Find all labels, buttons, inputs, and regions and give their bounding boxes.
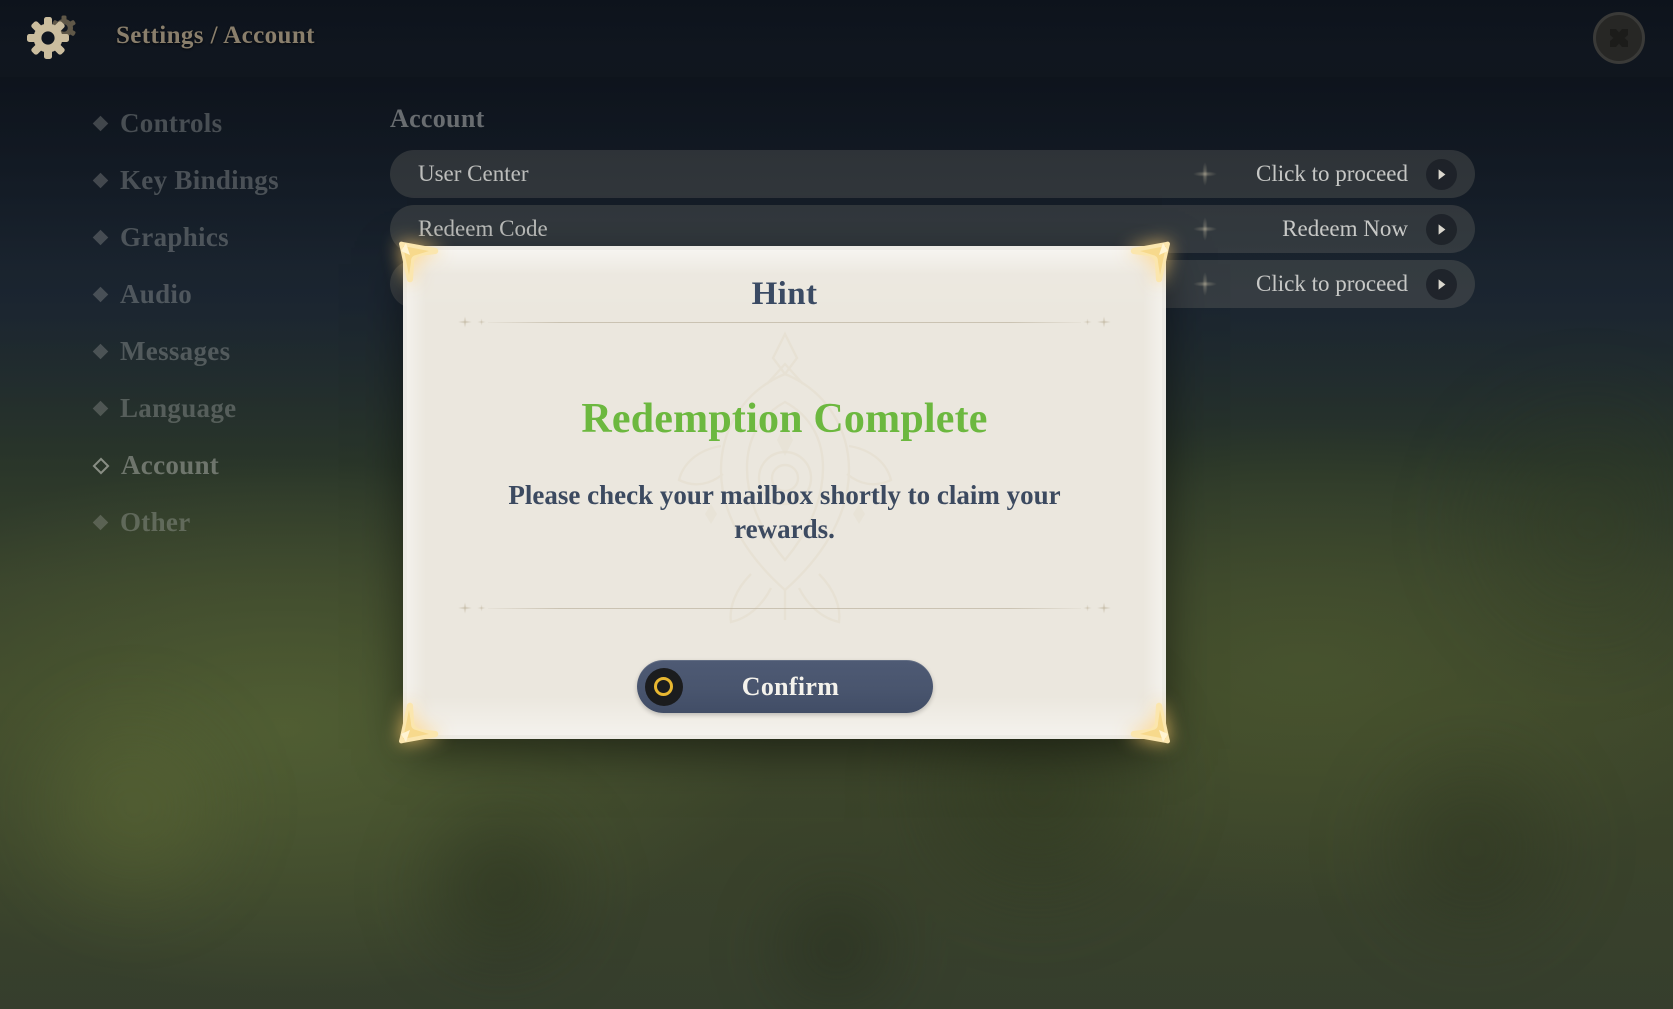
option-action: Click to proceed	[1255, 271, 1408, 296]
sparkle-icon	[475, 316, 488, 328]
sparkle-icon	[1081, 602, 1094, 614]
option-row-user-center[interactable]: User Center Click to proceed	[390, 150, 1475, 198]
top-bar: Settings / Account	[0, 0, 1673, 77]
sparkle-icon	[455, 314, 475, 330]
close-icon	[1606, 25, 1632, 51]
sidebar-item-label: Account	[121, 450, 220, 480]
corner-ornament-icon	[1130, 241, 1170, 283]
page-title: Account	[390, 104, 485, 133]
corner-ornament-icon	[399, 241, 439, 283]
option-row-redeem-code[interactable]: Redeem Code Redeem Now	[390, 205, 1475, 253]
divider-top	[455, 314, 1114, 330]
sidebar-item-label: Other	[120, 507, 191, 537]
diamond-bullet-icon	[92, 343, 109, 360]
diamond-bullet-icon	[92, 115, 109, 132]
chevron-right-icon[interactable]	[1426, 158, 1457, 190]
divider-line	[488, 607, 1081, 609]
diamond-bullet-icon	[92, 229, 109, 246]
sidebar-item-controls[interactable]: Controls	[0, 95, 370, 152]
sidebar-item-label: Messages	[120, 336, 231, 366]
sidebar-item-audio[interactable]: Audio	[0, 266, 370, 323]
sparkle-icon	[455, 600, 475, 616]
sidebar-item-label: Language	[120, 393, 237, 423]
sidebar-item-key-bindings[interactable]: Key Bindings	[0, 152, 370, 209]
gold-ring-icon	[644, 667, 683, 706]
close-button[interactable]	[1593, 12, 1645, 64]
hint-dialog: Hint Redemption Complete Please check yo…	[399, 241, 1170, 744]
sidebar-item-label: Controls	[120, 108, 223, 138]
sidebar-item-account[interactable]: Account	[0, 437, 370, 494]
sidebar-item-label: Key Bindings	[120, 165, 279, 195]
sidebar-item-graphics[interactable]: Graphics	[0, 209, 370, 266]
sidebar-item-label: Graphics	[120, 222, 229, 252]
sidebar-item-label: Audio	[120, 279, 193, 309]
sparkle-icon	[475, 602, 488, 614]
gear-icon	[26, 12, 82, 64]
diamond-bullet-icon	[92, 457, 110, 474]
chevron-right-icon[interactable]	[1426, 213, 1457, 245]
corner-ornament-icon	[1130, 702, 1170, 744]
sparkle-icon	[1094, 600, 1114, 616]
settings-sidebar: Controls Key Bindings Graphics Audio Mes…	[0, 95, 370, 551]
option-action: Redeem Now	[1282, 216, 1408, 241]
dialog-title: Hint	[751, 276, 818, 312]
sparkle-icon	[1094, 314, 1114, 330]
dialog-headline: Redemption Complete	[581, 396, 988, 442]
divider-bottom	[455, 600, 1114, 616]
sparkle-icon	[1081, 316, 1094, 328]
sidebar-item-language[interactable]: Language	[0, 380, 370, 437]
sidebar-item-messages[interactable]: Messages	[0, 323, 370, 380]
settings-screen: Settings / Account Controls Key Bindings…	[0, 0, 1673, 1009]
confirm-button-label: Confirm	[741, 671, 840, 701]
option-label: User Center	[418, 161, 529, 186]
diamond-bullet-icon	[92, 514, 109, 531]
chevron-right-icon[interactable]	[1426, 268, 1457, 300]
dialog-message: Please check your mailbox shortly to cla…	[508, 480, 1061, 545]
sidebar-item-other[interactable]: Other	[0, 494, 370, 551]
divider-line	[488, 321, 1081, 323]
diamond-bullet-icon	[92, 286, 109, 303]
confirm-button[interactable]: Confirm	[636, 660, 933, 713]
option-action: Click to proceed	[1255, 161, 1408, 186]
corner-ornament-icon	[399, 702, 439, 744]
breadcrumb: Settings / Account	[116, 22, 315, 49]
diamond-bullet-icon	[92, 172, 109, 189]
diamond-bullet-icon	[92, 400, 109, 417]
